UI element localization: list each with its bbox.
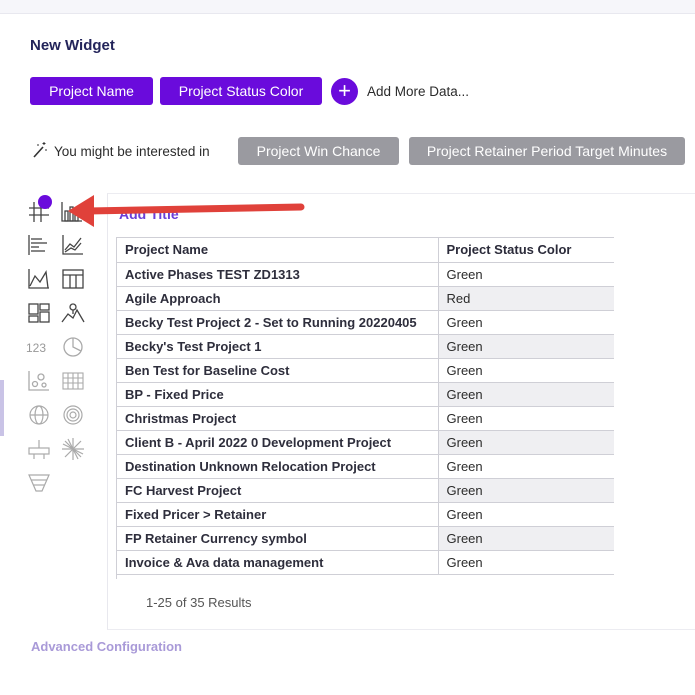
- status-color-cell: Green: [438, 406, 614, 431]
- status-color-cell: Green: [438, 454, 614, 479]
- table-row[interactable]: Client B - April 2022 0 Development Proj…: [117, 430, 614, 455]
- project-name-cell: Ben Test for Baseline Cost: [117, 358, 439, 383]
- suggestion-project-win-chance-button[interactable]: Project Win Chance: [238, 137, 399, 165]
- data-field-chip-project-status-color[interactable]: Project Status Color: [160, 77, 322, 105]
- results-count: 1-25 of 35 Results: [146, 595, 252, 610]
- status-color-cell: Green: [438, 334, 614, 359]
- suggestion-project-retainer-period-button[interactable]: Project Retainer Period Target Minutes: [409, 137, 685, 165]
- plus-icon[interactable]: +: [331, 78, 358, 105]
- table-row[interactable]: Invoice & Ava data management Green: [117, 550, 614, 575]
- table-row[interactable]: Destination Unknown Relocation Project Gr…: [117, 454, 614, 479]
- status-color-cell: Green: [438, 358, 614, 383]
- add-more-data-link[interactable]: Add More Data...: [367, 84, 469, 99]
- project-name-cell: Becky Test Project 2 - Set to Running 20…: [117, 310, 439, 335]
- gauge-icon[interactable]: [60, 402, 86, 428]
- table-row[interactable]: Fixed Pricer > Retainer Green: [117, 502, 614, 527]
- heatmap-icon[interactable]: [60, 368, 86, 394]
- funnel-icon[interactable]: [26, 470, 52, 496]
- scatter-icon[interactable]: [26, 368, 52, 394]
- project-name-cell: FC Harvest Project: [117, 478, 439, 503]
- data-table: Project Name Project Status Color Active…: [116, 237, 614, 579]
- column-header[interactable]: Project Name: [117, 238, 439, 263]
- line-chart-icon[interactable]: [60, 232, 86, 258]
- table-header-row: Project Name Project Status Color: [117, 238, 614, 263]
- project-name-cell: Fixed Pricer > Retainer: [117, 502, 439, 527]
- annotation-arrow: [68, 195, 305, 227]
- hierarchy-icon[interactable]: [26, 436, 52, 462]
- project-name-cell: Agile Approach: [117, 286, 439, 311]
- project-name-cell: BP - Fixed Price: [117, 382, 439, 407]
- table-icon[interactable]: [60, 266, 86, 292]
- project-name-cell: Destination Unknown Relocation Project: [117, 454, 439, 479]
- table-row[interactable]: Becky Test Project 2 - Set to Running 20…: [117, 310, 614, 335]
- data-field-chip-project-name[interactable]: Project Name: [30, 77, 153, 105]
- sunburst-icon[interactable]: [60, 436, 86, 462]
- project-name-cell: Christmas Project: [117, 406, 439, 431]
- map-icon[interactable]: [60, 300, 86, 326]
- status-color-cell: Green: [438, 310, 614, 335]
- number-icon[interactable]: 123: [26, 335, 52, 361]
- status-color-cell: Green: [438, 502, 614, 527]
- table-row[interactable]: Becky's Test Project 1 Green: [117, 334, 614, 359]
- table-row[interactable]: BP - Fixed Price Green: [117, 382, 614, 407]
- page-title: New Widget: [30, 37, 115, 54]
- status-color-cell: Red: [438, 286, 614, 311]
- left-scroll-accent: [0, 380, 4, 436]
- status-color-cell: Green: [438, 526, 614, 551]
- project-name-cell: Invoice & Ava data management: [117, 550, 439, 575]
- table-row[interactable]: Ben Test for Baseline Cost Green: [117, 358, 614, 383]
- project-name-cell: Client B - April 2022 0 Development Proj…: [117, 430, 439, 455]
- advanced-configuration-link[interactable]: Advanced Configuration: [31, 639, 182, 654]
- area-chart-icon[interactable]: [26, 266, 52, 292]
- project-name-cell: Becky's Test Project 1: [117, 334, 439, 359]
- horizontal-bar-icon[interactable]: [26, 232, 52, 258]
- globe-icon[interactable]: [26, 402, 52, 428]
- column-header[interactable]: Project Status Color: [438, 238, 614, 263]
- project-name-cell: FP Retainer Currency symbol: [117, 526, 439, 551]
- top-bar: [0, 0, 695, 14]
- suggestions-label: You might be interested in: [54, 144, 210, 159]
- magic-wand-icon: [32, 141, 48, 159]
- status-color-cell: Green: [438, 550, 614, 575]
- table-row[interactable]: FP Retainer Currency symbol Green: [117, 526, 614, 551]
- status-color-cell: Green: [438, 262, 614, 287]
- table-row[interactable]: FC Harvest Project Green: [117, 478, 614, 503]
- card-layout-icon[interactable]: [26, 300, 52, 326]
- table-row[interactable]: Agile Approach Red: [117, 286, 614, 311]
- project-name-cell: Active Phases TEST ZD1313: [117, 262, 439, 287]
- table-row[interactable]: Christmas Project Green: [117, 406, 614, 431]
- pie-chart-icon[interactable]: [60, 334, 86, 360]
- status-color-cell: Green: [438, 430, 614, 455]
- table-row[interactable]: Active Phases TEST ZD1313 Green: [117, 262, 614, 287]
- selected-indicator: [38, 195, 52, 209]
- status-color-cell: Green: [438, 382, 614, 407]
- status-color-cell: Green: [438, 478, 614, 503]
